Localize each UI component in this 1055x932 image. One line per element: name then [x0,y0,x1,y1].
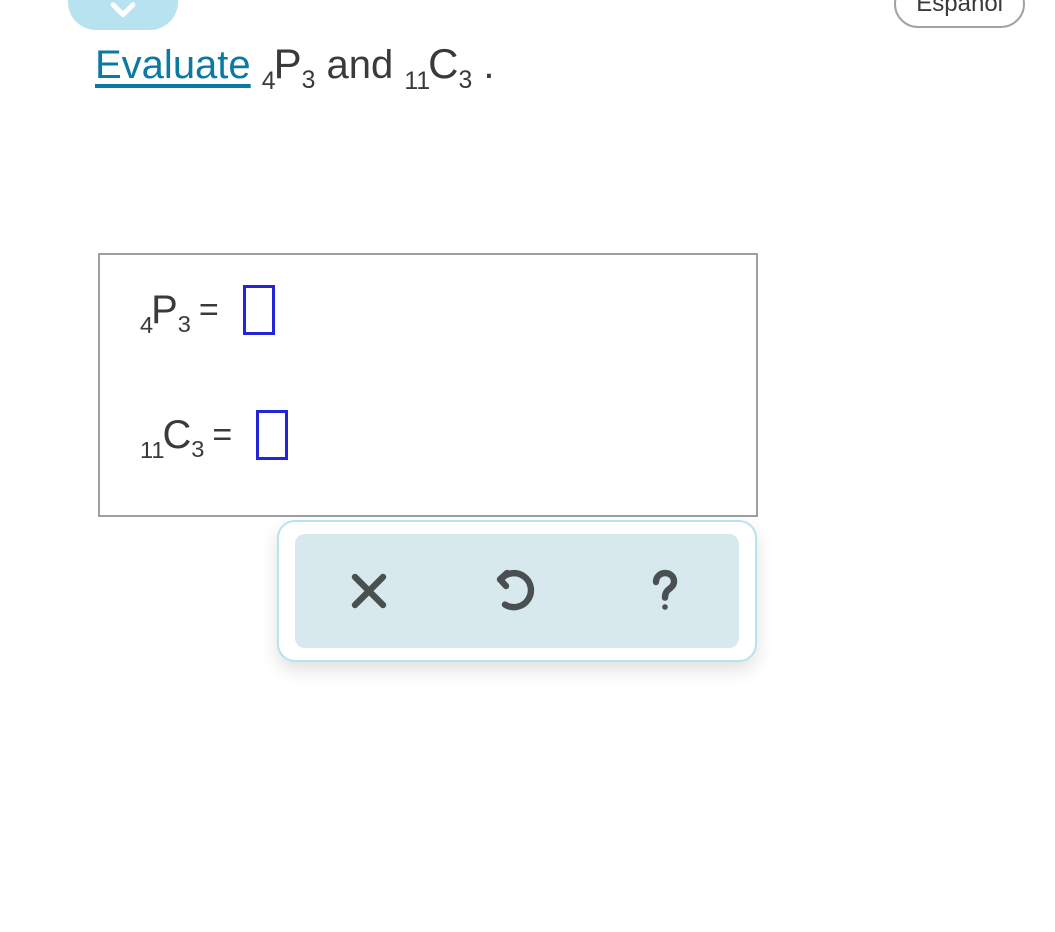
undo-icon [493,567,541,615]
expr-c-prefix: 11 [404,68,430,95]
row-c-equals: = [212,416,232,455]
language-label: Español [916,0,1003,17]
row-c-suffix: 3 [191,436,204,462]
expr-c-letter: C [428,40,458,87]
join-word: and [327,43,405,87]
question-text: Evaluate 4P3 and 11C3 . [95,40,495,88]
row-c-expr: 11C3 [140,413,204,458]
undo-button[interactable] [457,546,577,636]
row-c-prefix: 11 [140,437,164,463]
expr-p: 4P3 [262,43,327,87]
row-c-letter: C [162,413,191,457]
expr-c: 11C3 [404,43,483,87]
evaluate-link[interactable]: Evaluate [95,43,251,87]
language-button[interactable]: Español [894,0,1025,28]
clear-button[interactable] [309,546,429,636]
row-p-expr: 4P3 [140,288,191,333]
toolbar [295,534,739,648]
terminator: . [483,43,494,87]
answer-row-p: 4P3 = [140,285,275,335]
question-icon [641,567,689,615]
row-p-prefix: 4 [140,312,153,338]
chevron-down-icon [106,0,140,26]
answer-row-c: 11C3 = [140,410,288,460]
expr-c-suffix: 3 [458,67,472,94]
answer-panel: 4P3 = 11C3 = [98,253,758,517]
row-p-suffix: 3 [178,311,191,337]
expr-p-suffix: 3 [302,67,316,94]
expr-p-prefix: 4 [262,68,276,95]
dropdown-toggle[interactable] [68,0,178,30]
close-icon [345,567,393,615]
help-button[interactable] [605,546,725,636]
toolbar-container [277,520,757,662]
row-p-letter: P [151,288,178,332]
row-p-equals: = [199,291,219,330]
answer-input-p[interactable] [243,285,275,335]
answer-input-c[interactable] [256,410,288,460]
expr-p-letter: P [274,40,302,87]
